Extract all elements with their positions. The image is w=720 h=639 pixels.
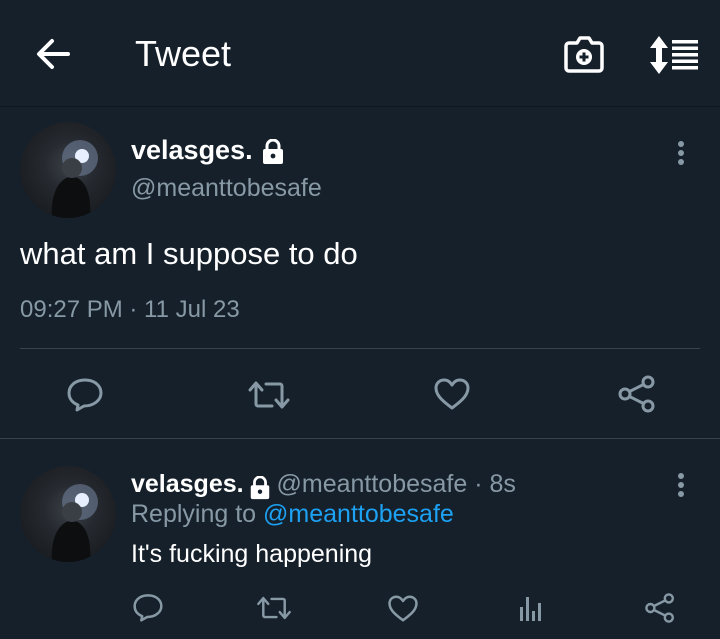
reply-like-button[interactable] bbox=[387, 594, 419, 628]
reply-retweet-button[interactable] bbox=[256, 594, 292, 627]
reply-reply-button[interactable] bbox=[132, 592, 164, 627]
sort-icon bbox=[650, 36, 698, 74]
tweet-text: what am I suppose to do bbox=[20, 236, 358, 271]
retweet-icon bbox=[248, 381, 290, 409]
share-icon bbox=[645, 593, 674, 623]
tweet-timestamp[interactable]: 09:27 PM · 11 Jul 23 bbox=[20, 296, 240, 324]
more-vertical-icon bbox=[678, 141, 684, 165]
reply-avatar[interactable] bbox=[20, 466, 116, 562]
reply-header: velasges. @meanttobesafe · 8s bbox=[131, 470, 516, 500]
reply-icon bbox=[133, 594, 163, 622]
camera-button[interactable] bbox=[562, 34, 606, 76]
page-title: Tweet bbox=[135, 33, 232, 74]
more-button[interactable] bbox=[671, 138, 691, 170]
lock-icon bbox=[250, 475, 270, 499]
replying-to-line: Replying to @meanttobesafe bbox=[131, 500, 454, 529]
back-button[interactable] bbox=[32, 34, 74, 74]
mention-link[interactable]: @meanttobesafe bbox=[263, 500, 454, 528]
analytics-icon bbox=[520, 597, 541, 621]
reply-text: It's fucking happening bbox=[131, 540, 373, 568]
lock-icon bbox=[263, 138, 284, 164]
retweet-icon bbox=[257, 596, 291, 620]
back-arrow-icon bbox=[37, 39, 70, 69]
retweet-button[interactable] bbox=[248, 378, 290, 417]
top-bar: Tweet bbox=[0, 0, 720, 107]
reply-more-button[interactable] bbox=[671, 470, 691, 502]
avatar[interactable] bbox=[20, 122, 116, 218]
reply-meta: @meanttobesafe · 8s bbox=[276, 470, 516, 498]
more-vertical-icon bbox=[678, 473, 684, 497]
like-icon bbox=[388, 595, 418, 622]
analytics-button[interactable] bbox=[518, 593, 544, 628]
reply-share-button[interactable] bbox=[644, 592, 676, 629]
share-button[interactable] bbox=[617, 374, 657, 419]
like-icon bbox=[434, 378, 470, 410]
handle[interactable]: @meanttobesafe bbox=[131, 174, 322, 203]
camera-add-icon bbox=[564, 36, 604, 73]
like-button[interactable] bbox=[433, 377, 471, 416]
replying-prefix: Replying to bbox=[131, 500, 257, 528]
reply-icon bbox=[67, 378, 103, 412]
sort-button[interactable] bbox=[648, 34, 700, 76]
reply-button[interactable] bbox=[66, 376, 104, 417]
display-name-text: velasges. bbox=[131, 135, 253, 165]
share-icon bbox=[618, 375, 655, 413]
divider bbox=[0, 438, 720, 439]
avatar-image bbox=[51, 484, 98, 562]
reply-display-name[interactable]: velasges. bbox=[131, 470, 244, 498]
display-name[interactable]: velasges. bbox=[131, 135, 286, 166]
divider bbox=[20, 348, 700, 349]
avatar-image bbox=[51, 140, 98, 218]
